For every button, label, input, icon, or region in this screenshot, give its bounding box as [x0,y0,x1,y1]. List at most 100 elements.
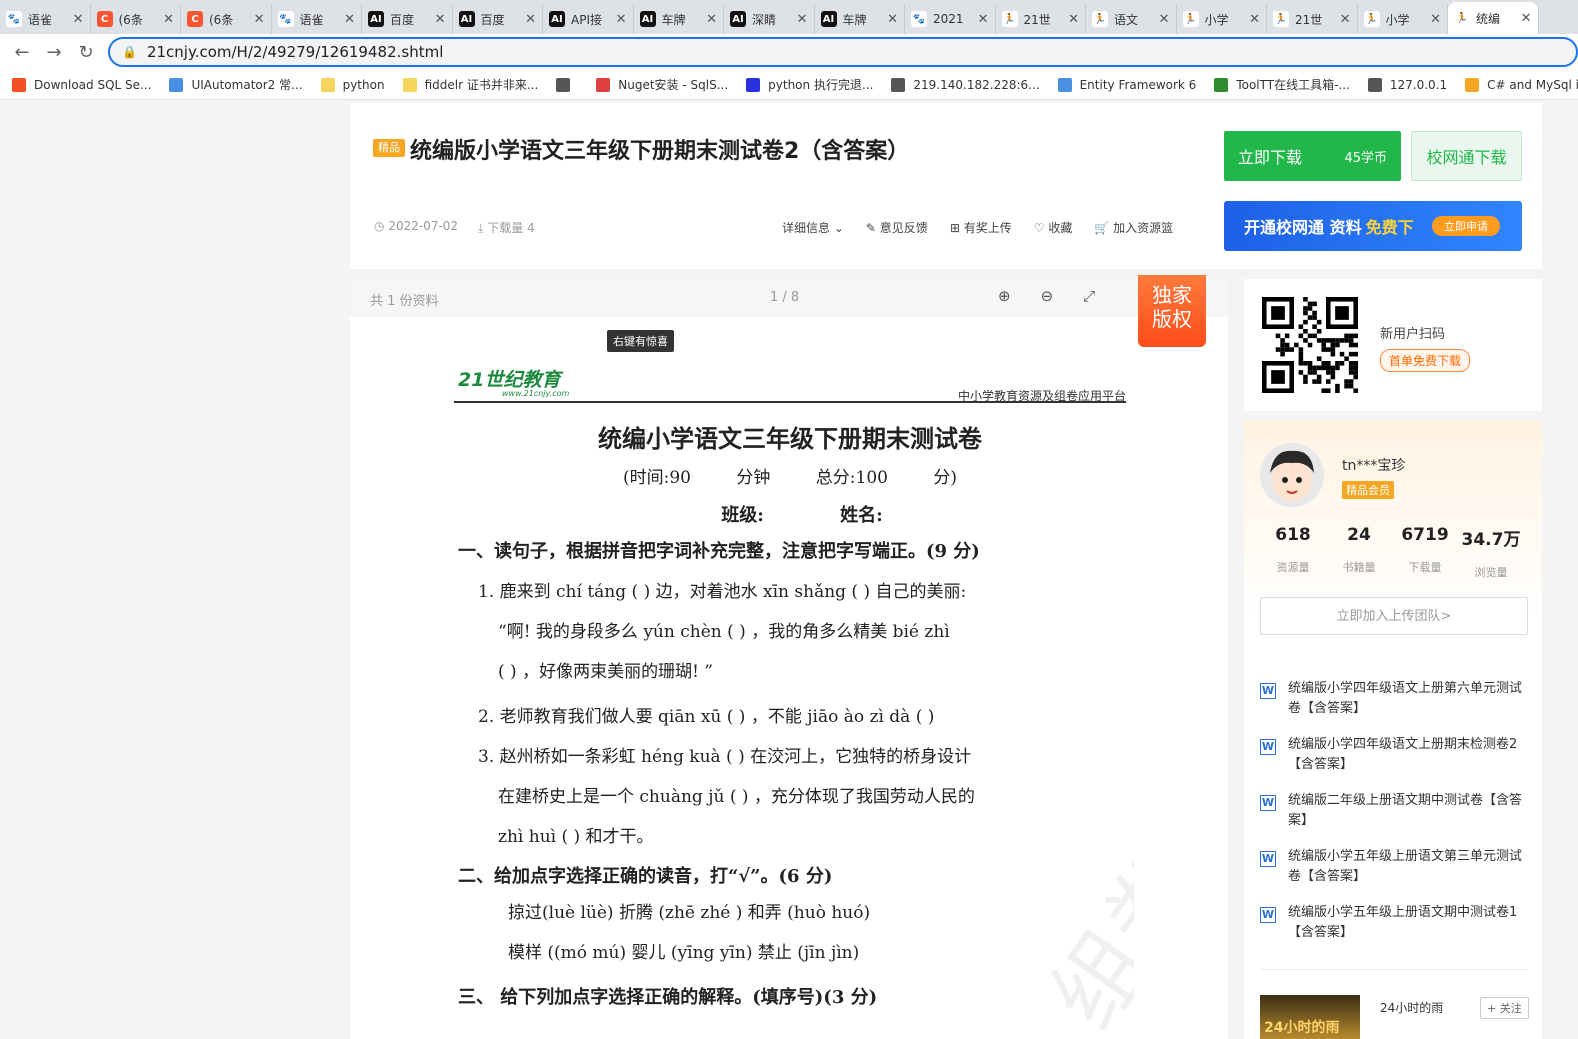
close-icon[interactable]: ✕ [163,12,174,27]
close-icon[interactable]: ✕ [797,12,808,27]
ai-favicon-icon: AI [730,11,746,27]
word-doc-icon: W [1260,795,1276,811]
close-icon[interactable]: ✕ [1159,12,1170,27]
browser-tab[interactable]: AI 百度 ✕ [362,4,453,34]
browser-tab[interactable]: 🏃 语文 ✕ [1086,4,1177,34]
details-button[interactable]: 详细信息 ⌄ [782,219,844,236]
browser-tab[interactable]: AI 深睛 ✕ [724,4,815,34]
viewer-toolbar: 共 1 份资料 1 / 8 ⊕ ⊖ ⤢ [350,277,1228,317]
baidu-favicon-icon: 🐾 [911,11,927,27]
bookmark-item[interactable]: UIAutomator2 常... [169,76,303,93]
browser-tab[interactable]: AI 车牌 ✕ [815,4,905,34]
browser-tab[interactable]: AI API接 ✕ [543,4,634,34]
add-to-basket-button[interactable]: 🛒 加入资源篮 [1094,219,1173,236]
reward-upload-button[interactable]: ⊞ 有奖上传 [950,219,1012,236]
close-icon[interactable]: ✕ [706,12,717,27]
avatar[interactable] [1260,443,1324,507]
browser-tab[interactable]: 🏃 小学 ✕ [1358,4,1448,34]
bookmark-item[interactable]: python 执行完退... [746,76,873,93]
zoom-out-icon[interactable]: ⊖ [1041,287,1054,305]
close-icon[interactable]: ✕ [1340,12,1351,27]
related-item[interactable]: W 统编版小学五年级上册语文期中测试卷1【含答案】 [1260,903,1528,959]
bookmark-label: 127.0.0.1 [1389,77,1448,92]
close-icon[interactable]: ✕ [435,12,446,27]
apply-button[interactable]: 立即申请 [1432,216,1500,236]
stat-label: 浏览量 [1474,566,1508,579]
close-icon[interactable]: ✕ [616,12,627,27]
join-upload-team-button[interactable]: 立即加入上传团队> [1260,597,1528,635]
first-free-badge[interactable]: 首单免费下载 [1380,349,1471,372]
tab-title: 小学 [1385,12,1410,27]
address-bar[interactable]: 🔒 21cnjy.com/H/2/49279/12619482.shtml [108,37,1578,67]
bookmark-item[interactable]: ToolTT在线工具箱-... [1214,76,1350,93]
favorite-button[interactable]: ♡ 收藏 [1034,219,1073,236]
close-icon[interactable]: ✕ [73,12,84,27]
csdn-favicon-icon: C [187,11,203,27]
school-download-button[interactable]: 校网通下载 [1411,131,1522,181]
related-item[interactable]: W 统编版小学四年级语文上册期末检测卷2【含答案】 [1260,735,1528,791]
bookmark-label: 219.140.182.228:6... [913,77,1040,92]
stat-item: 6719 下载量 [1392,525,1458,580]
back-icon[interactable]: ← [6,36,38,68]
question-line: 掠过(luè lüè) 折腾 (zhē zhé ) 和弄 (huò huó) [508,903,871,923]
download-button[interactable]: 立即下载 45学币 [1224,131,1401,181]
bookmark-label: Nuget安装 - SqlS... [618,78,729,92]
related-item[interactable]: W 统编版小学四年级语文上册第六单元测试卷【含答案】 [1260,679,1528,735]
follow-button[interactable]: + 关注 [1480,997,1529,1019]
browser-tab[interactable]: AI 车牌 ✕ [634,4,724,34]
school-net-banner[interactable]: 开通校网通 资料 免费下 立即申请 [1224,201,1522,251]
browser-tab[interactable]: 🏃 21世 ✕ [996,4,1086,34]
exclusive-badge: 独家 版权 [1138,275,1206,347]
close-icon[interactable]: ✕ [1068,12,1079,27]
browser-tab[interactable]: 🏃 21世 ✕ [1267,4,1358,34]
fullscreen-icon[interactable]: ⤢ [1083,287,1095,305]
browser-tab[interactable]: 🏃 小学 ✕ [1177,4,1267,34]
bookmark-item[interactable]: C# and MySql int... [1465,77,1578,92]
rain-title[interactable]: 24小时的雨 [1380,999,1443,1016]
banner-text: 开通校网通 资料 [1244,218,1362,237]
tab-title: (6条 [118,12,143,27]
page-title: 统编版小学语文三年级下册期末测试卷2（含答案） [410,139,910,164]
browser-tab[interactable]: 🐾 2021 ✕ [905,4,996,34]
rain-thumbnail[interactable]: 24小时的雨 [1260,995,1360,1039]
bookmark-item[interactable]: Nuget安装 - SqlS... [596,76,728,93]
word-doc-icon: W [1260,683,1276,699]
related-item[interactable]: W 统编版小学五年级上册语文第三单元测试卷【含答案】 [1260,847,1528,903]
tab-title: 小学 [1204,12,1229,27]
browser-tab[interactable]: AI 百度 ✕ [453,4,543,34]
bookmark-label: fiddelr 证书并非来... [424,78,539,92]
close-icon[interactable]: ✕ [254,12,265,27]
browser-tab[interactable]: C (6条 ✕ [181,4,272,34]
browser-tab[interactable]: 🏃 统编 ✕ [1448,2,1539,34]
tab-title: 语文 [1114,12,1139,27]
word-doc-icon: W [1260,851,1276,867]
browser-tab[interactable]: 🐾 语雀 ✕ [0,4,91,34]
zoom-in-icon[interactable]: ⊕ [998,287,1011,305]
k21-favicon-icon: 🏃 [1092,11,1108,27]
uploader-name[interactable]: tn***宝珍 [1342,455,1405,475]
browser-tab[interactable]: 🐾 语雀 ✕ [272,4,362,34]
bookmark-item[interactable]: 127.0.0.1 [1367,77,1448,92]
close-icon[interactable]: ✕ [978,12,989,27]
related-item[interactable]: W 统编版二年级上册语文期中测试卷【含答案】 [1260,791,1528,847]
bookmark-item[interactable]: 219.140.182.228:6... [891,77,1040,92]
tab-title: 21世 [1023,12,1051,27]
close-icon[interactable]: ✕ [525,12,536,27]
qr-code[interactable] [1262,297,1358,393]
bookmark-item[interactable]: fiddelr 证书并非来... [402,76,539,93]
close-icon[interactable]: ✕ [1249,12,1260,27]
price-label: 45学币 [1344,150,1387,166]
bookmark-item[interactable]: Entity Framework 6 [1057,77,1196,92]
bookmark-item[interactable] [556,77,578,92]
browser-tab[interactable]: C (6条 ✕ [91,4,181,34]
close-icon[interactable]: ✕ [1521,11,1532,26]
reload-icon[interactable]: ↻ [70,36,102,68]
exam-class: 班级: 姓名: [721,505,883,526]
forward-icon[interactable]: → [38,36,70,68]
close-icon[interactable]: ✕ [887,12,898,27]
close-icon[interactable]: ✕ [1430,12,1441,27]
feedback-button[interactable]: ✎ 意见反馈 [866,219,928,236]
close-icon[interactable]: ✕ [344,12,355,27]
bookmark-item[interactable]: Download SQL Se... [12,77,151,92]
bookmark-item[interactable]: python [320,77,385,92]
